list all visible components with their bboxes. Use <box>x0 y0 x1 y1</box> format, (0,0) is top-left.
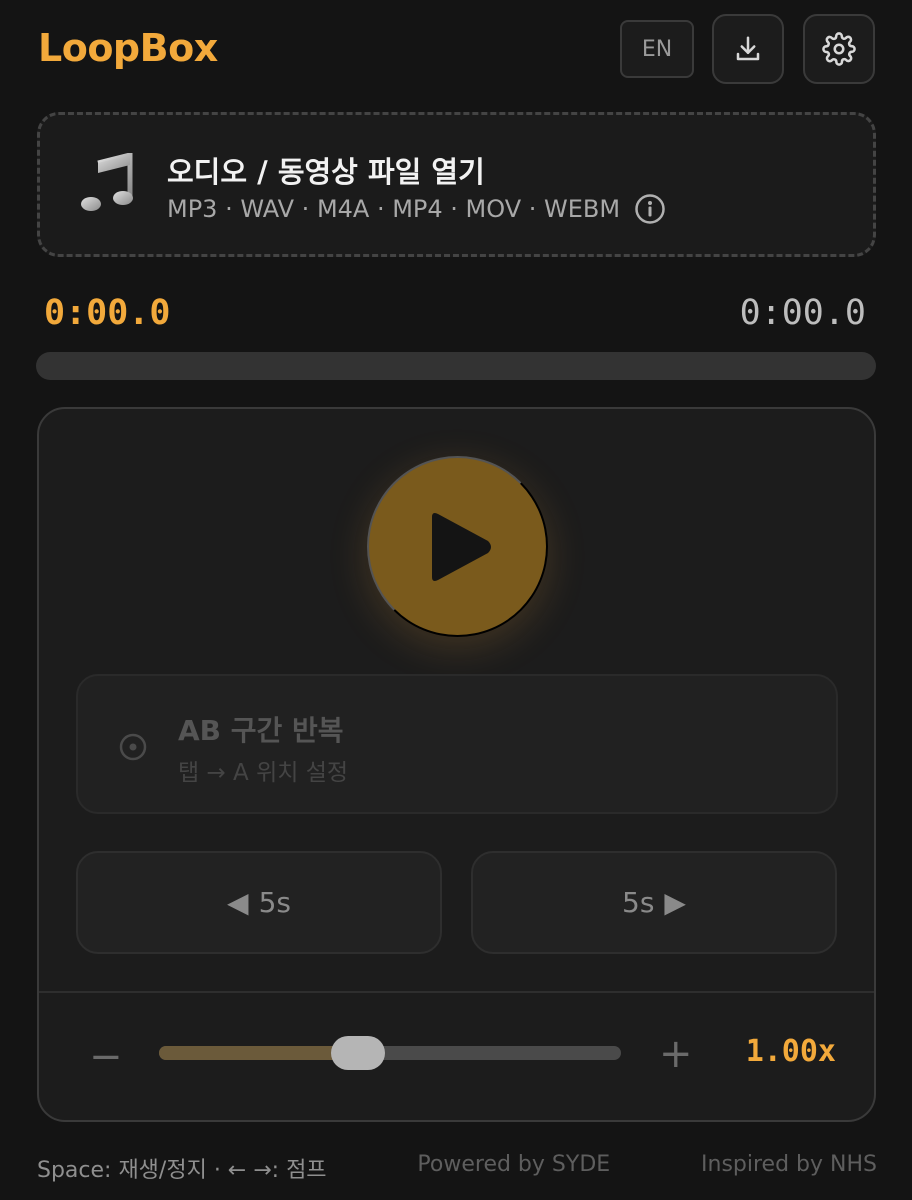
play-button[interactable] <box>367 456 548 637</box>
info-icon[interactable] <box>634 193 666 225</box>
current-time: 0:00.0 <box>44 293 171 333</box>
app-title: LoopBox <box>38 26 218 70</box>
skip-forward-button[interactable]: 5s ▶ <box>471 851 837 954</box>
ab-repeat-button[interactable]: AB 구간 반복 탭 → A 위치 설정 <box>76 674 838 814</box>
skip-back-label: 5s <box>258 886 291 919</box>
ab-repeat-title: AB 구간 반복 <box>178 714 344 747</box>
speed-slider[interactable] <box>159 1036 621 1070</box>
total-time: 0:00.0 <box>739 293 866 333</box>
speed-slider-fill <box>159 1046 358 1060</box>
language-toggle-button[interactable]: EN <box>620 20 694 78</box>
player-panel: AB 구간 반복 탭 → A 위치 설정 ◀ 5s 5s ▶ − + 1.00x <box>37 407 876 1122</box>
rewind-arrow-icon: ◀ <box>227 886 249 919</box>
powered-by: Powered by SYDE <box>417 1152 611 1177</box>
file-open-dropzone[interactable]: 오디오 / 동영상 파일 열기 MP3 · WAV · M4A · MP4 · … <box>37 112 876 257</box>
keyboard-shortcuts: Space: 재생/정지 · ← →: 점프 <box>37 1158 327 1183</box>
speed-value: 1.00x <box>745 1034 836 1069</box>
speed-decrease-button[interactable]: − <box>89 1034 123 1080</box>
inspired-by: Inspired by NHS <box>701 1152 877 1177</box>
forward-arrow-icon: ▶ <box>664 886 686 919</box>
progress-bar[interactable] <box>36 352 876 380</box>
file-open-title: 오디오 / 동영상 파일 열기 <box>167 155 485 189</box>
speed-increase-button[interactable]: + <box>659 1031 693 1077</box>
skip-forward-label: 5s <box>622 886 655 919</box>
play-icon <box>431 512 491 581</box>
speed-slider-thumb[interactable] <box>330 1036 385 1070</box>
music-note-icon <box>81 153 133 211</box>
divider <box>39 991 874 993</box>
skip-back-button[interactable]: ◀ 5s <box>76 851 442 954</box>
gear-icon <box>822 32 856 66</box>
footer: Space: 재생/정지 · ← →: 점프 Powered by SYDE I… <box>37 1152 877 1184</box>
download-icon <box>736 36 760 61</box>
target-icon <box>119 733 147 761</box>
download-button[interactable] <box>712 14 784 84</box>
supported-formats: MP3 · WAV · M4A · MP4 · MOV · WEBM <box>167 193 666 225</box>
formats-text: MP3 · WAV · M4A · MP4 · MOV · WEBM <box>167 195 621 223</box>
settings-button[interactable] <box>803 14 875 84</box>
ab-repeat-hint: 탭 → A 위치 설정 <box>178 760 349 786</box>
